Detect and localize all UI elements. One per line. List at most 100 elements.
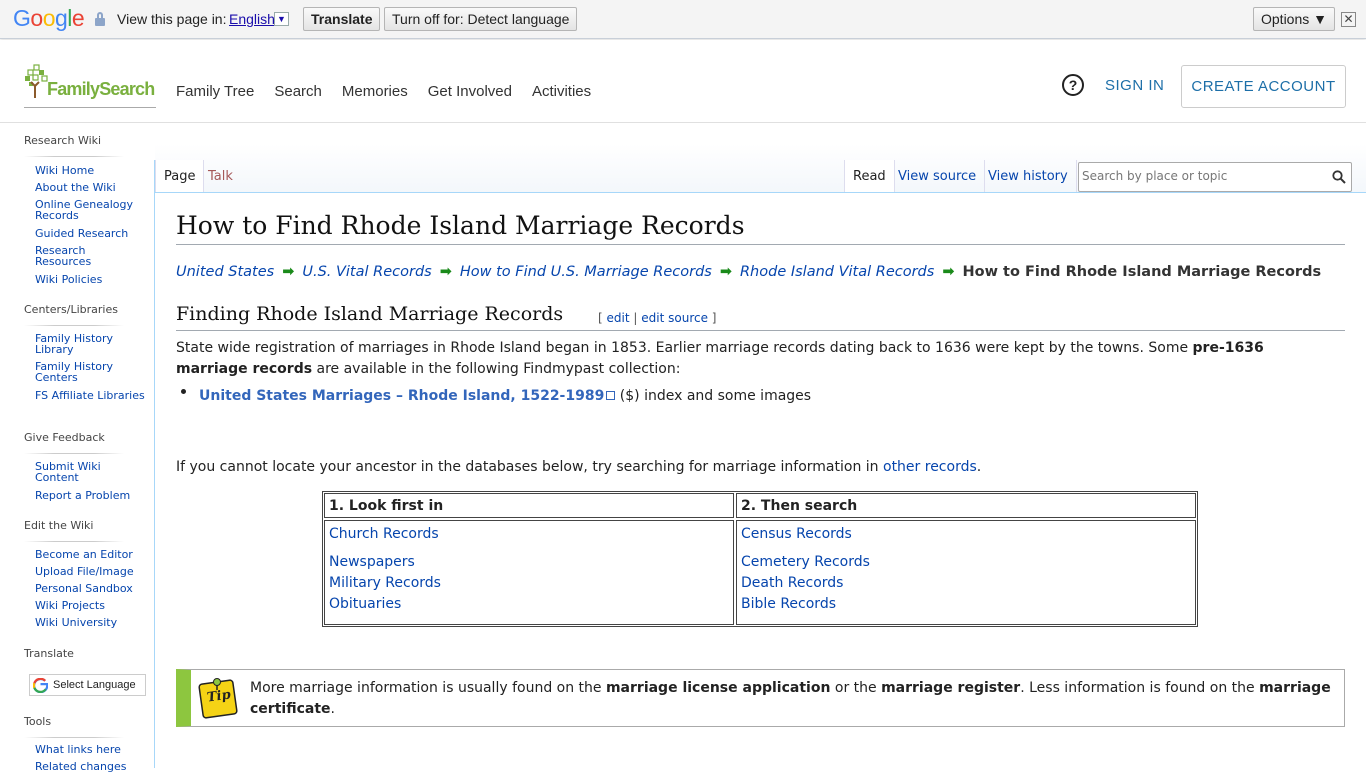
- sign-in-link[interactable]: SIGN IN: [1105, 77, 1164, 94]
- tab-view-source[interactable]: View source: [890, 160, 986, 193]
- help-icon[interactable]: ?: [1062, 74, 1084, 96]
- google-logo: Google: [13, 5, 85, 31]
- breadcrumb-link[interactable]: United States: [176, 264, 274, 280]
- breadcrumb-link[interactable]: How to Find U.S. Marriage Records: [460, 264, 712, 280]
- list-item: United States Marriages – Rhode Island, …: [199, 388, 811, 404]
- sidebar-item-personal-sandbox[interactable]: Personal Sandbox: [35, 583, 145, 594]
- table-header-look-first: 1. Look first in: [324, 493, 734, 518]
- google-translate-bar: Google View this page in: English ▼ Tran…: [0, 0, 1366, 39]
- bullet-marker: [181, 389, 186, 394]
- sidebar-heading-edit-the-wiki: Edit the Wiki: [24, 519, 94, 532]
- article-content: How to Find Rhode Island Marriage Record…: [155, 193, 1366, 768]
- sidebar-item-submit-wiki-content[interactable]: Submit Wiki Content: [35, 461, 145, 483]
- breadcrumb-link[interactable]: U.S. Vital Records: [302, 264, 431, 280]
- period: .: [976, 459, 982, 475]
- bible-records-link[interactable]: Bible Records: [741, 596, 836, 612]
- language-select[interactable]: English: [229, 11, 275, 27]
- breadcrumb-link[interactable]: Rhode Island Vital Records: [740, 264, 934, 280]
- translate-button[interactable]: Translate: [303, 7, 381, 31]
- table-cell-then-search: Census Records Cemetery Records Death Re…: [736, 520, 1196, 625]
- sidebar-item-what-links-here[interactable]: What links here: [35, 744, 145, 755]
- collection-suffix: ($) index and some images: [615, 388, 812, 404]
- main-nav: Family Tree Search Memories Get Involved…: [176, 83, 611, 100]
- tip-box: Tip More marriage information is usually…: [176, 669, 1345, 727]
- breadcrumb-arrow-icon: ➡: [282, 264, 295, 280]
- tab-read[interactable]: Read: [844, 160, 895, 193]
- sidebar-heading-research-wiki: Research Wiki: [24, 134, 102, 147]
- search-input[interactable]: [1082, 169, 1322, 183]
- edit-source-link[interactable]: edit source: [641, 311, 708, 325]
- sidebar-item-wiki-projects[interactable]: Wiki Projects: [35, 600, 145, 611]
- tip-text-part: More marriage information is usually fou…: [250, 680, 606, 696]
- nav-memories[interactable]: Memories: [342, 83, 408, 100]
- view-page-in-label: View this page in:: [117, 11, 227, 27]
- select-language-label: Select Language: [53, 679, 136, 691]
- tip-text: More marriage information is usually fou…: [250, 678, 1340, 720]
- familysearch-logo[interactable]: FamilySearch: [24, 64, 156, 108]
- sidebar-item-research-resources[interactable]: Research Resources: [35, 245, 145, 267]
- section-divider: [176, 330, 1345, 331]
- newspapers-link[interactable]: Newspapers: [329, 554, 415, 570]
- lock-icon: [95, 12, 105, 26]
- tab-talk[interactable]: Talk: [200, 160, 241, 193]
- sidebar-item-wiki-home[interactable]: Wiki Home: [35, 165, 145, 176]
- sidebar-item-family-history-centers[interactable]: Family History Centers: [35, 361, 145, 383]
- obituaries-link[interactable]: Obituaries: [329, 596, 401, 612]
- intro-text: are available in the following Findmypas…: [312, 361, 681, 377]
- title-divider: [176, 244, 1345, 245]
- sidebar-item-upload-file-image[interactable]: Upload File/Image: [35, 566, 145, 577]
- sidebar-item-online-genealogy-records[interactable]: Online Genealogy Records: [35, 199, 145, 221]
- tip-bold-text: marriage register: [881, 680, 1021, 696]
- church-records-link[interactable]: Church Records: [329, 526, 439, 542]
- nav-search[interactable]: Search: [274, 83, 322, 100]
- sidebar-item-wiki-policies[interactable]: Wiki Policies: [35, 274, 145, 285]
- sidebar-item-guided-research[interactable]: Guided Research: [35, 228, 145, 239]
- nav-get-involved[interactable]: Get Involved: [428, 83, 512, 100]
- breadcrumb-arrow-icon: ➡: [439, 264, 452, 280]
- edit-link[interactable]: edit: [607, 311, 630, 325]
- tab-view-history[interactable]: View history: [980, 160, 1077, 193]
- language-dropdown-arrow-icon[interactable]: ▼: [274, 12, 289, 26]
- logo-text: FamilySearch: [47, 79, 155, 99]
- other-records-link[interactable]: other records: [883, 459, 977, 475]
- nav-family-tree[interactable]: Family Tree: [176, 83, 254, 100]
- sidebar-heading-tools: Tools: [24, 715, 52, 728]
- intro-paragraph: State wide registration of marriages in …: [176, 338, 1336, 380]
- table-cell-look-first: Church Records Newspapers Military Recor…: [324, 520, 734, 625]
- bracket: ]: [711, 311, 717, 325]
- nav-activities[interactable]: Activities: [532, 83, 591, 100]
- cemetery-records-link[interactable]: Cemetery Records: [741, 554, 870, 570]
- findmypast-collection-link[interactable]: United States Marriages – Rhode Island, …: [199, 388, 604, 404]
- sidebar-divider: [24, 737, 124, 738]
- bracket: [: [598, 311, 603, 325]
- sidebar-divider: [24, 156, 124, 157]
- turn-off-translate-button[interactable]: Turn off for: Detect language: [384, 7, 578, 31]
- create-account-button[interactable]: CREATE ACCOUNT: [1181, 65, 1346, 108]
- sidebar-item-wiki-university[interactable]: Wiki University: [35, 617, 145, 628]
- sidebar-divider: [24, 325, 124, 326]
- breadcrumb-current: How to Find Rhode Island Marriage Record…: [962, 264, 1322, 280]
- tip-text-part: . Less information is found on the: [1020, 680, 1260, 696]
- sidebar-heading-give-feedback: Give Feedback: [24, 431, 105, 444]
- search-icon[interactable]: [1332, 170, 1346, 184]
- close-translate-bar-icon[interactable]: ✕: [1341, 12, 1356, 27]
- options-button[interactable]: Options ▼: [1253, 7, 1335, 31]
- site-header: FamilySearch Family Tree Search Memories…: [0, 40, 1366, 123]
- breadcrumb-arrow-icon: ➡: [942, 264, 955, 280]
- sidebar-divider: [24, 453, 124, 454]
- sidebar-item-family-history-library[interactable]: Family History Library: [35, 333, 145, 355]
- page-title: How to Find Rhode Island Marriage Record…: [176, 211, 745, 240]
- tip-text-part: .: [330, 701, 335, 717]
- cannot-locate-text: If you cannot locate your ancestor in th…: [176, 459, 883, 475]
- sidebar-item-report-a-problem[interactable]: Report a Problem: [35, 490, 145, 501]
- death-records-link[interactable]: Death Records: [741, 575, 843, 591]
- select-language-widget[interactable]: Select Language: [29, 674, 146, 696]
- sidebar-item-related-changes[interactable]: Related changes: [35, 761, 145, 772]
- tab-page[interactable]: Page: [155, 160, 205, 193]
- census-records-link[interactable]: Census Records: [741, 526, 852, 542]
- military-records-link[interactable]: Military Records: [329, 575, 441, 591]
- sidebar-item-fs-affiliate-libraries[interactable]: FS Affiliate Libraries: [35, 390, 145, 401]
- sidebar-item-become-an-editor[interactable]: Become an Editor: [35, 549, 145, 560]
- cannot-locate-paragraph: If you cannot locate your ancestor in th…: [176, 457, 1336, 478]
- sidebar-item-about-the-wiki[interactable]: About the Wiki: [35, 182, 145, 193]
